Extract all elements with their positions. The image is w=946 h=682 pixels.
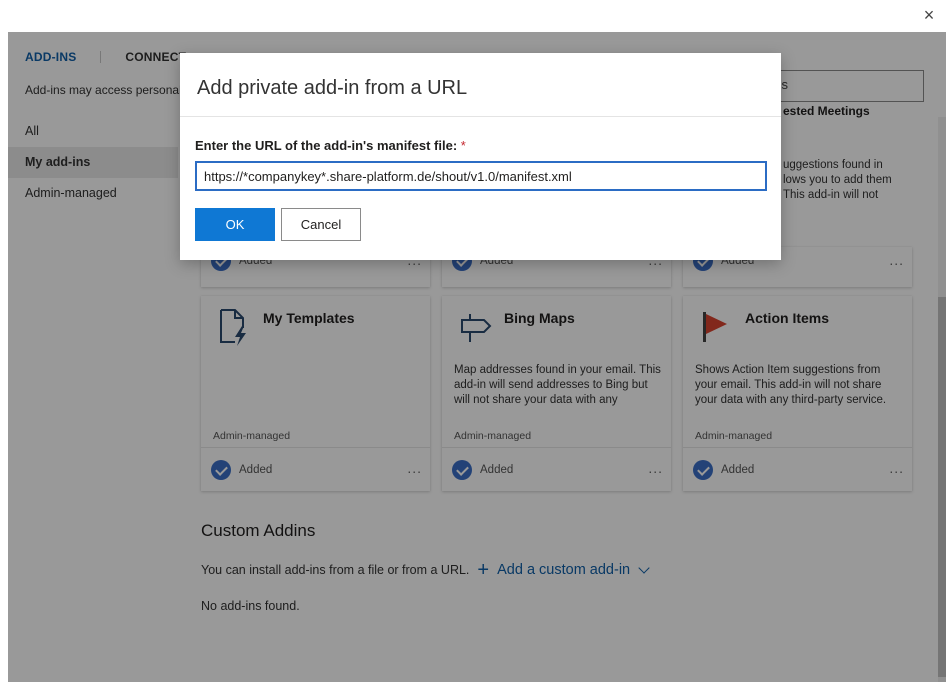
close-icon[interactable]: ×	[918, 4, 940, 26]
ok-button[interactable]: OK	[195, 208, 275, 241]
add-url-dialog: Add private add-in from a URL Enter the …	[180, 53, 781, 260]
dialog-divider	[180, 116, 781, 117]
required-marker: *	[460, 138, 466, 153]
title-strip: ×	[0, 0, 946, 32]
manifest-url-input[interactable]	[195, 161, 767, 191]
dialog-title: Add private add-in from a URL	[197, 77, 468, 99]
url-field-label: Enter the URL of the add-in's manifest f…	[195, 138, 466, 153]
url-field-label-text: Enter the URL of the add-in's manifest f…	[195, 138, 458, 153]
cancel-button[interactable]: Cancel	[281, 208, 361, 241]
